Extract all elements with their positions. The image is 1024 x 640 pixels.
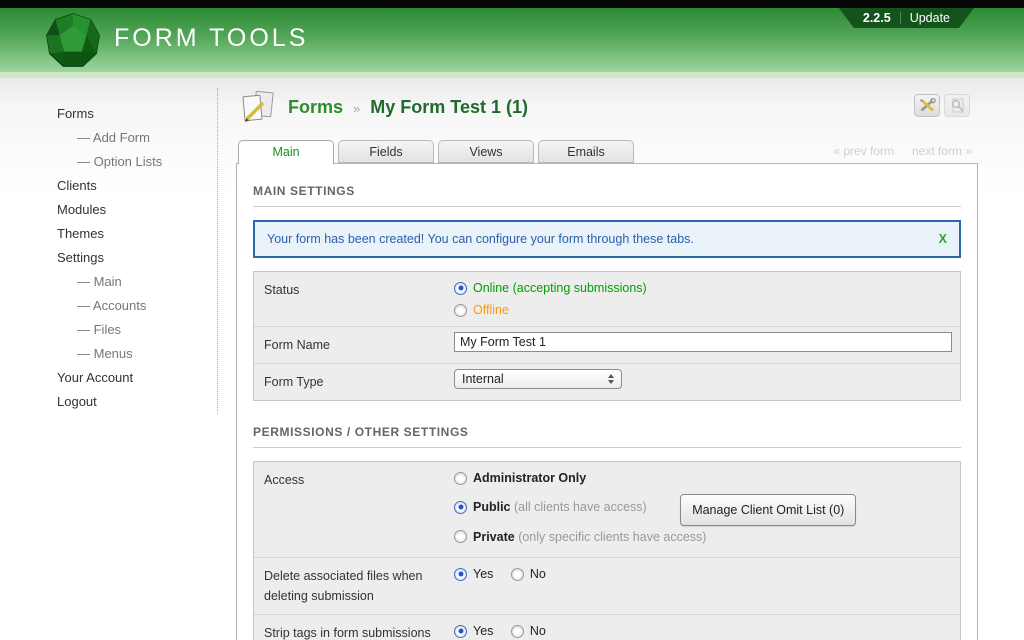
form-name-label: Form Name — [254, 326, 450, 363]
delete-files-row: Delete associated files when deleting su… — [254, 557, 960, 614]
update-link[interactable]: Update — [910, 11, 950, 25]
radio-offline[interactable] — [454, 304, 467, 317]
edit-form-icon — [238, 90, 278, 131]
status-online-option[interactable]: Online (accepting submissions) — [454, 277, 647, 299]
main-content: Forms » My Form Test 1 (1) Main Fields V… — [236, 78, 980, 640]
version-number: 2.2.5 — [863, 11, 891, 25]
radio-strip-yes[interactable] — [454, 625, 467, 638]
form-type-select[interactable]: Internal — [454, 369, 622, 389]
access-public-label[interactable]: Public — [473, 500, 511, 514]
access-public-note: (all clients have access) — [514, 500, 647, 514]
form-type-row: Form Type Internal — [254, 363, 960, 400]
sidebar-item-themes[interactable]: Themes — [57, 222, 217, 246]
sidebar-item-modules[interactable]: Modules — [57, 198, 217, 222]
sidebar-item-settings-menus[interactable]: — Menus — [57, 342, 217, 366]
strip-tags-yes-label[interactable]: Yes — [473, 620, 493, 640]
tab-main[interactable]: Main — [238, 140, 334, 164]
notice-text: Your form has been created! You can conf… — [267, 232, 694, 246]
permissions-table: Access Administrator Only Public (all cl… — [253, 461, 961, 640]
breadcrumb-separator: » — [348, 101, 365, 116]
status-offline-option[interactable]: Offline — [454, 299, 509, 321]
status-row: Status Online (accepting submissions) Of… — [254, 272, 960, 326]
tab-fields[interactable]: Fields — [338, 140, 434, 163]
edit-tools-button[interactable] — [914, 94, 940, 117]
strip-tags-label: Strip tags in form submissions — [254, 614, 450, 640]
header-tool-buttons — [914, 94, 970, 117]
breadcrumb: Forms » My Form Test 1 (1) — [288, 97, 528, 118]
prev-form-link[interactable]: « prev form — [833, 144, 894, 158]
delete-files-yes-label[interactable]: Yes — [473, 563, 493, 585]
sidebar-item-option-lists[interactable]: — Option Lists — [57, 150, 217, 174]
form-pager: « prev form next form » — [833, 144, 972, 158]
sidebar-item-settings[interactable]: Settings — [57, 246, 217, 270]
sidebar-divider — [217, 88, 218, 414]
sidebar-item-forms[interactable]: Forms — [57, 102, 217, 126]
delete-files-no-option[interactable]: No — [511, 563, 546, 585]
radio-delete-no[interactable] — [511, 568, 524, 581]
tab-views[interactable]: Views — [438, 140, 534, 163]
sidebar-item-settings-accounts[interactable]: — Accounts — [57, 294, 217, 318]
notice-close-button[interactable]: X — [939, 232, 947, 246]
magnifier-page-icon — [949, 98, 966, 113]
access-private-option[interactable]: Private (only specific clients have acce… — [454, 526, 706, 548]
access-private-note: (only specific clients have access) — [518, 530, 706, 544]
sidebar-item-your-account[interactable]: Your Account — [57, 366, 217, 390]
radio-admin-only[interactable] — [454, 472, 467, 485]
sidebar-item-settings-files[interactable]: — Files — [57, 318, 217, 342]
strip-tags-no-label[interactable]: No — [530, 620, 546, 640]
brand-title: FORM TOOLS — [114, 24, 308, 53]
radio-strip-no[interactable] — [511, 625, 524, 638]
form-name-input[interactable] — [454, 332, 952, 352]
tab-emails[interactable]: Emails — [538, 140, 634, 163]
main-tab-panel: MAIN SETTINGS Your form has been created… — [236, 163, 978, 640]
breadcrumb-forms-link[interactable]: Forms — [288, 97, 343, 117]
strip-tags-yes-option[interactable]: Yes — [454, 620, 493, 640]
sidebar-item-logout[interactable]: Logout — [57, 390, 217, 414]
sidebar-item-settings-main[interactable]: — Main — [57, 270, 217, 294]
version-tab: 2.2.5 Update — [839, 8, 974, 28]
next-form-link[interactable]: next form » — [912, 144, 972, 158]
form-type-label: Form Type — [254, 363, 450, 400]
radio-private[interactable] — [454, 530, 467, 543]
version-separator — [900, 12, 901, 24]
form-name-row: Form Name — [254, 326, 960, 363]
access-row: Access Administrator Only Public (all cl… — [254, 462, 960, 557]
strip-tags-row: Strip tags in form submissions Yes No — [254, 614, 960, 640]
sidebar-item-add-form[interactable]: — Add Form — [57, 126, 217, 150]
permissions-heading: PERMISSIONS / OTHER SETTINGS — [253, 419, 961, 448]
access-label: Access — [254, 462, 450, 557]
access-public-option[interactable]: Public (all clients have access) — [454, 496, 647, 518]
access-private-label[interactable]: Private — [473, 530, 515, 544]
sidebar: Forms — Add Form — Option Lists Clients … — [0, 78, 217, 640]
status-offline-label[interactable]: Offline — [473, 299, 509, 321]
strip-tags-no-option[interactable]: No — [511, 620, 546, 640]
form-created-notice: Your form has been created! You can conf… — [253, 220, 961, 258]
form-tabs: Main Fields Views Emails — [238, 140, 638, 164]
radio-delete-yes[interactable] — [454, 568, 467, 581]
manage-client-omit-list-button[interactable]: Manage Client Omit List (0) — [680, 494, 856, 526]
radio-online[interactable] — [454, 282, 467, 295]
status-online-label[interactable]: Online (accepting submissions) — [473, 277, 647, 299]
sidebar-item-clients[interactable]: Clients — [57, 174, 217, 198]
main-settings-table: Status Online (accepting submissions) Of… — [253, 271, 961, 401]
view-form-button[interactable] — [944, 94, 970, 117]
formtools-logo-icon — [44, 12, 102, 75]
select-stepper-icon — [608, 374, 614, 384]
radio-public[interactable] — [454, 501, 467, 514]
access-admin-label[interactable]: Administrator Only — [473, 467, 586, 489]
delete-files-no-label[interactable]: No — [530, 563, 546, 585]
main-settings-heading: MAIN SETTINGS — [253, 178, 961, 207]
delete-files-yes-option[interactable]: Yes — [454, 563, 493, 585]
access-admin-option[interactable]: Administrator Only — [454, 467, 586, 489]
delete-files-label: Delete associated files when deleting su… — [254, 557, 450, 614]
breadcrumb-current: My Form Test 1 (1) — [370, 97, 528, 117]
form-type-selected-value: Internal — [462, 372, 504, 386]
wrench-pencil-icon — [919, 98, 936, 113]
status-label: Status — [254, 272, 450, 326]
top-black-bar — [0, 0, 1024, 8]
